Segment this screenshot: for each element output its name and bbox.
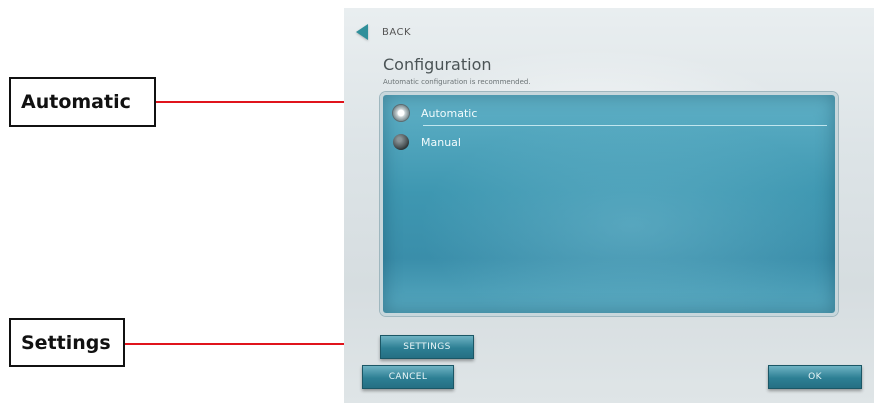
ok-button-label: OK [808,372,822,382]
back-label: BACK [382,26,412,38]
settings-button-label: SETTINGS [403,342,451,352]
back-button[interactable]: BACK [356,24,411,40]
page-subtitle: Automatic configuration is recommended. [383,78,531,86]
automatic-arrow-line [156,101,370,103]
automatic-callout: Automatic [9,77,156,127]
radio-unselected-icon [393,134,409,150]
settings-button[interactable]: SETTINGS [380,335,474,359]
settings-callout-label: Settings [21,331,111,354]
settings-arrow-line [125,343,361,345]
back-arrow-icon [356,24,368,40]
option-automatic[interactable]: Automatic [393,102,833,124]
option-manual[interactable]: Manual [393,131,461,153]
cancel-button-label: CANCEL [388,372,428,382]
configuration-screen: BACK Configuration Automatic configurati… [344,8,874,403]
radio-selected-icon [393,105,409,121]
option-automatic-label: Automatic [421,106,478,120]
ok-button[interactable]: OK [768,365,862,389]
configuration-options-list: Automatic Manual [380,92,838,316]
list-divider [423,125,827,126]
automatic-callout-label: Automatic [21,91,131,113]
option-manual-label: Manual [421,135,461,149]
page-title: Configuration [383,55,492,74]
settings-callout: Settings [9,318,125,367]
cancel-button[interactable]: CANCEL [362,365,454,389]
